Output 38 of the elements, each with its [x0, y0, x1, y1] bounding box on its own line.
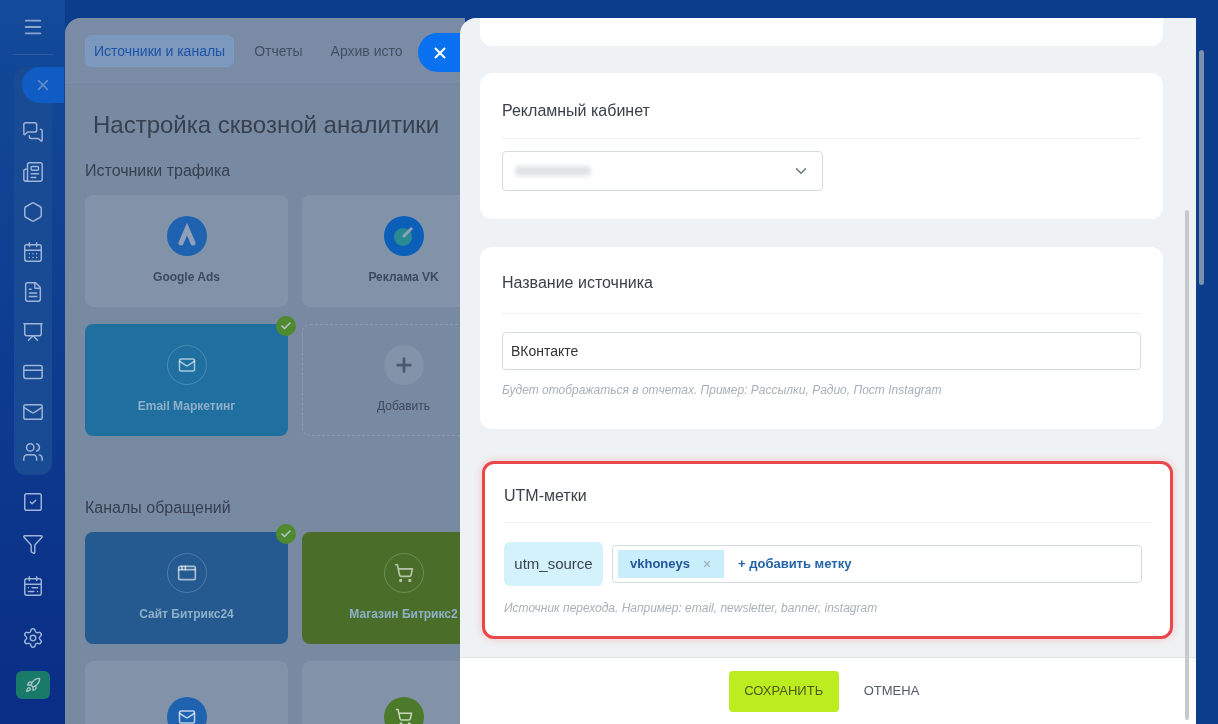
check-icon: [276, 524, 296, 544]
card-title: Рекламный кабинет: [502, 99, 1141, 139]
funnel-icon[interactable]: [21, 533, 44, 555]
chat-icon[interactable]: [21, 121, 44, 143]
section-title: Каналы обращений: [85, 498, 232, 518]
add-tag-link[interactable]: + добавить метку: [738, 554, 852, 574]
presentation-icon[interactable]: [21, 321, 44, 343]
tab[interactable]: Отчеты: [246, 35, 311, 67]
rocket-button[interactable]: [15, 671, 50, 699]
tag-input-field[interactable]: vkhoneys + добавить метку: [612, 545, 1142, 583]
schedule-icon[interactable]: [21, 575, 44, 597]
section-title: Источники трафика: [85, 161, 232, 181]
source-tile[interactable]: Email Маркетинг: [85, 324, 288, 436]
tag-chip: vkhoneys: [618, 550, 724, 578]
users-icon[interactable]: [21, 441, 44, 463]
hint-text: Источник перехода. Например: email, newsletter, banner, instagram: [504, 600, 879, 617]
select-field[interactable]: [502, 151, 823, 191]
page-title: Настройка сквозной аналитики: [93, 110, 441, 140]
calendar-icon[interactable]: [21, 241, 44, 263]
utm-param-label: utm_source: [504, 542, 603, 586]
source-tile[interactable]: Google Ads: [85, 195, 288, 307]
source-tile[interactable]: Сайт Битрикс24: [85, 532, 288, 644]
cancel-button[interactable]: ОТМЕНА: [855, 681, 928, 701]
tab[interactable]: Источники и каналы: [85, 35, 235, 67]
card-title: UTM-метки: [504, 484, 1151, 523]
plus-icon: [383, 345, 424, 385]
tab[interactable]: Архив исто: [322, 35, 411, 67]
hint-text: Будет отображаться в отчетах. Пример: Рассылки, Радио, Пост Instagram: [502, 382, 943, 399]
rocket-icon: [24, 677, 41, 693]
save-button[interactable]: СОХРАНИТЬ: [728, 670, 839, 712]
checkbox-icon[interactable]: [21, 491, 44, 513]
mail-icon[interactable]: [21, 401, 44, 423]
feed-icon[interactable]: [21, 161, 44, 183]
settings-icon[interactable]: [21, 627, 44, 649]
card-title: Название источника: [502, 271, 1141, 314]
input-field[interactable]: ВКонтакте: [502, 332, 1141, 370]
check-icon: [276, 316, 296, 336]
hexagon-icon[interactable]: [21, 201, 44, 223]
